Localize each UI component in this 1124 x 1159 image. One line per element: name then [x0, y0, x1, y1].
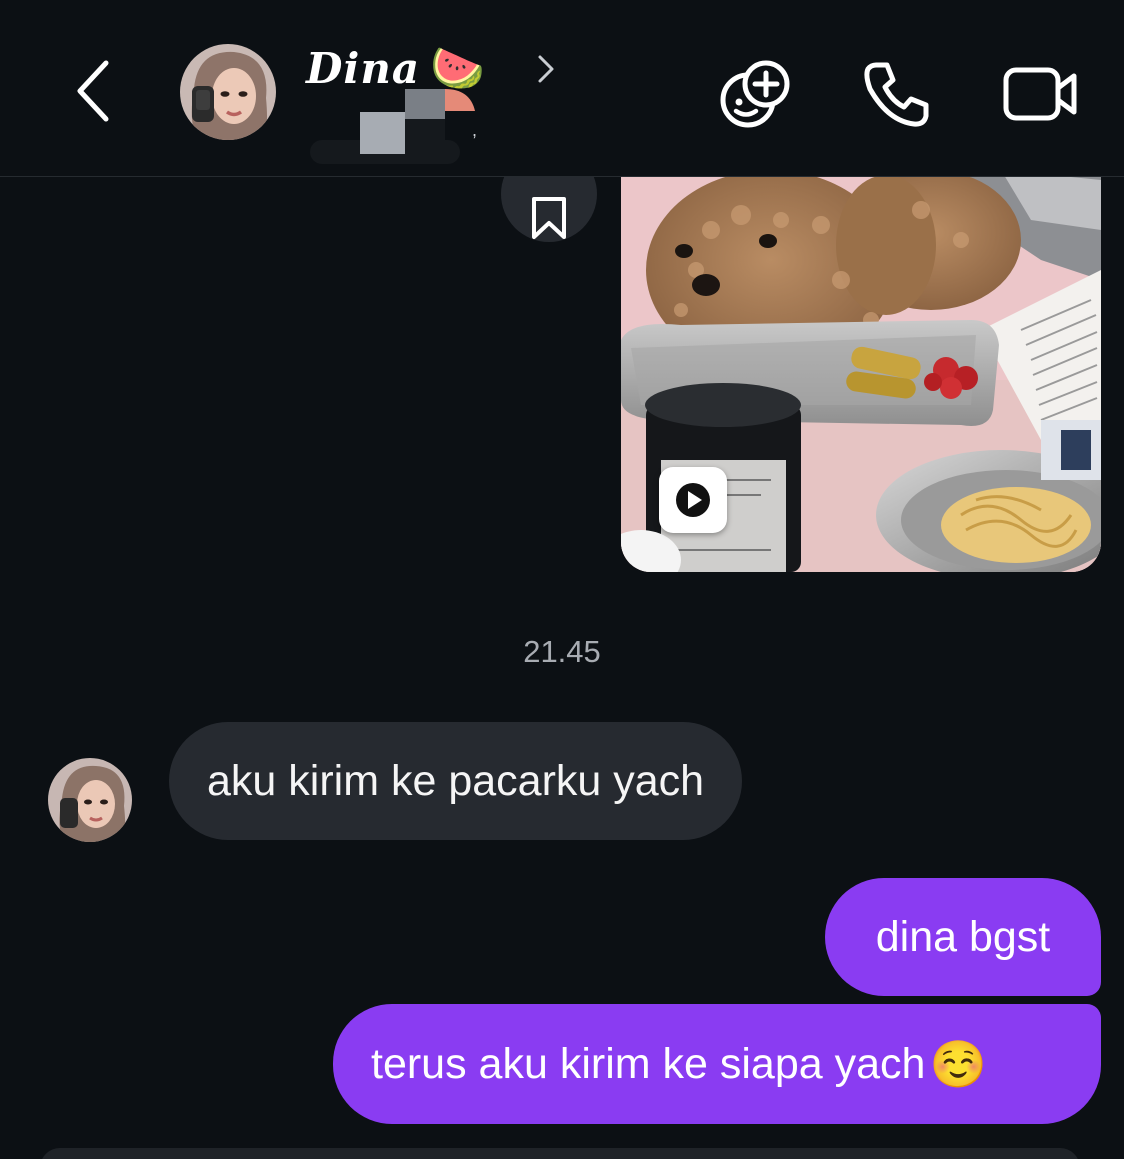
smiling-emoji: ☺️: [929, 1038, 987, 1090]
svg-text:,: ,: [472, 120, 477, 140]
video-camera-icon: [1003, 67, 1077, 121]
contact-avatar[interactable]: [180, 44, 276, 140]
play-video-button[interactable]: [659, 467, 727, 533]
chat-header: Dina 🍉 ,: [0, 0, 1124, 177]
games-icon: [720, 60, 790, 128]
audio-call-button[interactable]: [855, 52, 939, 136]
outgoing-message-bubble[interactable]: terus aku kirim ke siapa yach ☺️: [333, 1004, 1101, 1124]
message-text: terus aku kirim ke siapa yach: [371, 1039, 926, 1088]
message-timestamp: 21.45: [523, 634, 601, 669]
bookmark-icon: [532, 197, 566, 239]
chevron-left-icon: [77, 60, 109, 122]
message-text: aku kirim ke pacarku yach: [207, 756, 705, 805]
video-call-button[interactable]: [998, 52, 1082, 136]
games-button[interactable]: [714, 52, 798, 136]
incoming-message-bubble[interactable]: aku kirim ke pacarku yach: [169, 722, 743, 840]
message-composer[interactable]: [40, 1148, 1080, 1159]
back-button[interactable]: [62, 55, 126, 127]
dm-screen: 21.45 aku kirim ke pacarku yach dina bgs…: [0, 0, 1124, 1159]
outgoing-message-bubble[interactable]: dina bgst: [825, 878, 1101, 996]
censored-username: ,: [310, 89, 477, 164]
chevron-right-icon[interactable]: [532, 52, 560, 86]
play-icon: [676, 483, 710, 517]
message-text: dina bgst: [875, 912, 1051, 961]
contact-avatar-small[interactable]: [48, 758, 132, 842]
phone-icon: [864, 62, 929, 127]
